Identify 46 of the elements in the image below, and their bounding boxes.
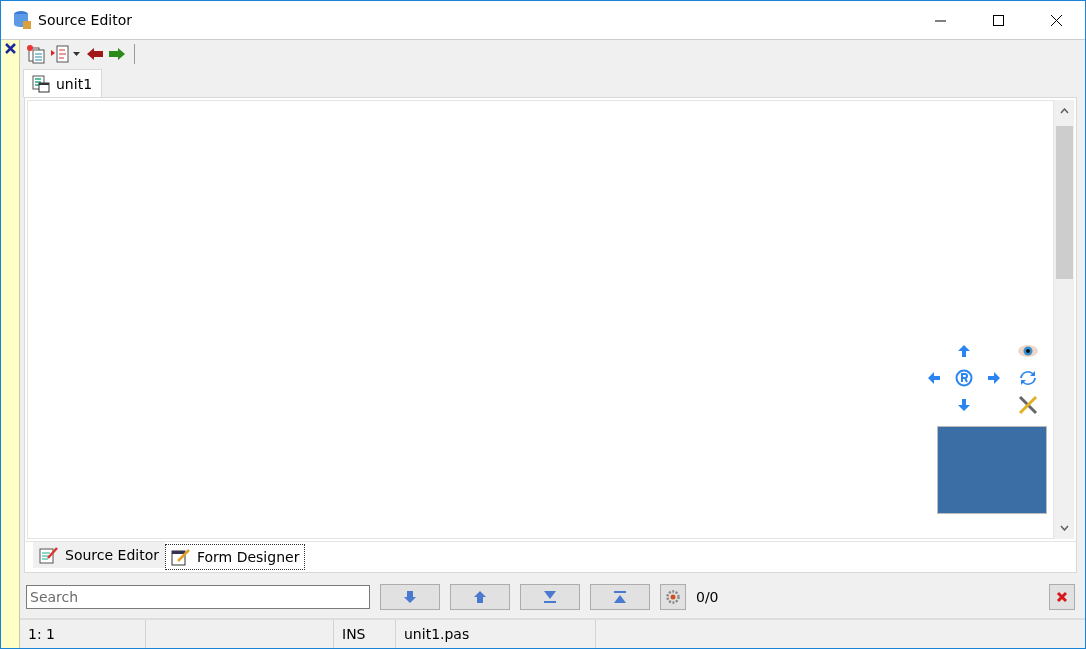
insert-mode: INS bbox=[334, 620, 396, 648]
match-count: 0/0 bbox=[696, 589, 720, 605]
forward-arrow-icon[interactable] bbox=[108, 47, 126, 61]
tools-icon[interactable] bbox=[1017, 393, 1039, 416]
view-tab[interactable]: Form Designer bbox=[164, 544, 306, 570]
up-arrow-icon[interactable] bbox=[957, 343, 971, 358]
list-dropdown-button[interactable] bbox=[50, 44, 82, 64]
tab[interactable]: unit1 bbox=[23, 69, 103, 97]
find-previous-button[interactable] bbox=[450, 584, 510, 610]
close-icon bbox=[1050, 14, 1062, 26]
up-arrow-icon bbox=[473, 590, 487, 604]
back-arrow-icon[interactable] bbox=[86, 47, 104, 61]
list-caret-icon bbox=[50, 44, 82, 64]
down-arrow-icon[interactable] bbox=[957, 397, 971, 412]
left-arrow-icon[interactable] bbox=[927, 370, 941, 385]
scroll-down-icon[interactable] bbox=[1059, 525, 1069, 531]
gear-icon bbox=[666, 590, 680, 604]
documents-icon bbox=[26, 44, 46, 64]
find-first-button[interactable] bbox=[590, 584, 650, 610]
scroll-up-icon[interactable] bbox=[1059, 108, 1069, 114]
app-icon bbox=[12, 10, 32, 30]
first-icon bbox=[613, 590, 627, 604]
editor-area[interactable] bbox=[27, 100, 1054, 539]
find-last-button[interactable] bbox=[520, 584, 580, 610]
down-arrow-icon bbox=[403, 590, 417, 604]
document-icon bbox=[32, 74, 50, 93]
file-name: unit1.pas bbox=[396, 620, 596, 648]
search-field[interactable]: Search bbox=[26, 585, 370, 609]
close-icon bbox=[1056, 591, 1068, 603]
eye-icon[interactable] bbox=[1017, 343, 1039, 358]
window-title: Source Editor bbox=[38, 12, 133, 28]
scrollbar[interactable] bbox=[1054, 100, 1074, 539]
add-unit-button[interactable] bbox=[26, 44, 46, 64]
maximize-icon bbox=[992, 14, 1004, 26]
close-icon[interactable] bbox=[4, 43, 16, 54]
options-button[interactable] bbox=[660, 584, 686, 610]
form-pencil-icon bbox=[170, 548, 191, 566]
cursor-position: 1: 1 bbox=[20, 620, 146, 648]
notepad-pencil-icon bbox=[39, 546, 59, 564]
registered-icon[interactable] bbox=[955, 368, 973, 387]
last-icon bbox=[543, 590, 557, 604]
refresh-icon[interactable] bbox=[1019, 368, 1037, 387]
view-tab[interactable]: Source Editor bbox=[33, 542, 165, 568]
right-arrow-icon[interactable] bbox=[987, 370, 1001, 385]
find-next-button[interactable] bbox=[380, 584, 440, 610]
close-search-button[interactable] bbox=[1049, 584, 1075, 610]
